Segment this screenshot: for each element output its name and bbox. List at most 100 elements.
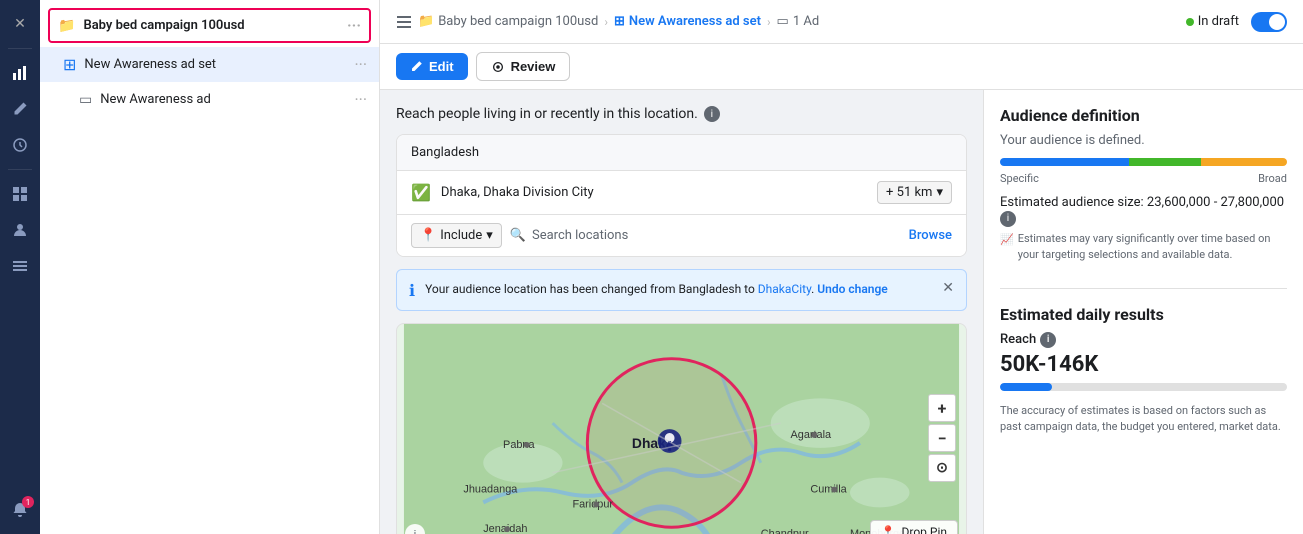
reach-bar	[1000, 383, 1287, 391]
breadcrumb-sep-2: ›	[767, 15, 771, 29]
review-label: Review	[511, 59, 556, 74]
breadcrumb: 📁 Baby bed campaign 100usd › ⊞ New Aware…	[396, 14, 1186, 30]
reach-info-icon[interactable]: i	[704, 106, 720, 122]
breadcrumb-campaign-label: Baby bed campaign 100usd	[438, 14, 598, 29]
svg-text:Pabna: Pabna	[503, 439, 535, 451]
campaign-folder-icon: 📁	[58, 18, 75, 34]
reach-description: Reach people living in or recently in th…	[396, 106, 698, 122]
info-banner-text: Your audience location has been changed …	[425, 280, 932, 298]
section-reach-label: Reach people living in or recently in th…	[396, 106, 967, 122]
breadcrumb-item-toggle[interactable]	[396, 14, 412, 30]
campaign-folder-icon-sm: 📁	[418, 14, 434, 29]
include-label: Include	[440, 228, 482, 243]
campaign-more-icon[interactable]: ···	[347, 16, 361, 35]
tree-item-adset[interactable]: ⊞ New Awareness ad set ···	[40, 47, 379, 82]
audience-definition-section: Audience definition Your audience is def…	[1000, 106, 1287, 264]
clock-icon[interactable]	[4, 129, 36, 161]
audience-definition-title: Audience definition	[1000, 106, 1287, 125]
chart-icon[interactable]	[4, 57, 36, 89]
tree-item-campaign[interactable]: 📁 Baby bed campaign 100usd ···	[48, 8, 371, 43]
review-button[interactable]: Review	[476, 52, 571, 81]
reach-info-icon-right[interactable]: i	[1040, 332, 1056, 348]
pin-icon: 📍	[881, 525, 896, 534]
estimated-size: Estimated audience size: 23,600,000 - 27…	[1000, 195, 1287, 227]
banner-highlight: DhakaCity	[758, 282, 811, 296]
draft-dot	[1186, 18, 1194, 26]
est-size-label: Estimated audience size: 23,600,000 - 27…	[1000, 195, 1284, 210]
adset-icon-sm: ⊞	[614, 14, 625, 29]
svg-text:Agartala: Agartala	[791, 429, 833, 441]
search-input-wrap: 🔍 Search locations	[510, 228, 901, 243]
location-row: ✅ Dhaka, Dhaka Division City + 51 km ▾	[397, 171, 966, 214]
browse-button[interactable]: Browse	[909, 228, 952, 243]
edit-button[interactable]: Edit	[396, 53, 468, 80]
top-nav: 📁 Baby bed campaign 100usd › ⊞ New Aware…	[380, 0, 1303, 44]
reach-bar-fill	[1000, 383, 1052, 391]
audience-defined-text: Your audience is defined.	[1000, 133, 1287, 148]
map-location-icon[interactable]: ⊙	[928, 454, 956, 482]
undo-change-link[interactable]: Undo change	[817, 282, 888, 296]
close-icon[interactable]: ✕	[4, 8, 36, 40]
adset-icon: ⊞	[63, 55, 76, 74]
est-note: 📈 Estimates may vary significantly over …	[1000, 231, 1287, 264]
map-zoom-out[interactable]: −	[928, 424, 956, 452]
breadcrumb-adset-label: New Awareness ad set	[629, 14, 761, 29]
est-note-text: Estimates may vary significantly over ti…	[1018, 231, 1287, 264]
map-drop-pin-button[interactable]: 📍 Drop Pin	[870, 520, 958, 534]
right-panel: Audience definition Your audience is def…	[983, 90, 1303, 534]
location-pin-small: 📍	[420, 228, 436, 243]
ad-more-icon[interactable]: ···	[354, 90, 367, 109]
reach-label: Reach i	[1000, 332, 1287, 348]
person-icon[interactable]	[4, 214, 36, 246]
breadcrumb-campaign[interactable]: 📁 Baby bed campaign 100usd	[418, 14, 598, 29]
left-panel: Reach people living in or recently in th…	[380, 90, 983, 534]
grid-icon[interactable]	[4, 178, 36, 210]
ad-label: New Awareness ad	[100, 92, 350, 107]
breadcrumb-sep-1: ›	[604, 15, 608, 29]
icon-sidebar: ✕ 1	[0, 0, 40, 534]
tree-sidebar: 📁 Baby bed campaign 100usd ··· ⊞ New Awa…	[40, 0, 380, 534]
accuracy-note: The accuracy of estimates is based on fa…	[1000, 403, 1287, 436]
list-icon[interactable]	[4, 250, 36, 282]
ad-icon-sm: ▭	[777, 14, 789, 29]
daily-results-title: Estimated daily results	[1000, 305, 1287, 324]
audience-gauge	[1000, 158, 1287, 166]
tree-item-ad[interactable]: ▭ New Awareness ad ···	[40, 82, 379, 117]
map-zoom-in[interactable]: +	[928, 394, 956, 422]
svg-text:Jhuadanga: Jhuadanga	[463, 484, 518, 496]
location-country: Bangladesh	[397, 135, 966, 171]
gauge-broad-label: Broad	[1258, 172, 1287, 185]
location-city: Dhaka, Dhaka Division City	[441, 185, 867, 200]
breadcrumb-adset[interactable]: ⊞ New Awareness ad set	[614, 14, 761, 29]
svg-text:Faridpur: Faridpur	[572, 498, 613, 510]
main-content: 📁 Baby bed campaign 100usd › ⊞ New Aware…	[380, 0, 1303, 534]
adset-label: New Awareness ad set	[84, 57, 350, 72]
status-toggle[interactable]	[1251, 12, 1287, 32]
notification-icon[interactable]: 1	[4, 494, 36, 526]
include-dropdown[interactable]: 📍 Include ▾	[411, 223, 502, 248]
include-chevron-icon: ▾	[486, 228, 493, 243]
map-container[interactable]: Pabna Jhuadanga Faridpur Jenaidah Agarta…	[396, 323, 967, 534]
campaign-label: Baby bed campaign 100usd	[83, 18, 343, 33]
location-pin-icon: ✅	[411, 183, 431, 202]
edit-label: Edit	[429, 59, 454, 74]
breadcrumb-ad-label: 1 Ad	[793, 14, 819, 29]
info-banner-close-icon[interactable]: ✕	[942, 280, 954, 296]
adset-more-icon[interactable]: ···	[354, 55, 367, 74]
est-size-info-icon[interactable]: i	[1000, 211, 1016, 227]
distance-chevron-icon: ▾	[936, 185, 943, 200]
banner-text-pre: Your audience location has been changed …	[425, 282, 758, 296]
search-icon: 🔍	[510, 228, 526, 243]
drop-pin-label: Drop Pin	[902, 525, 948, 534]
location-distance-selector[interactable]: + 51 km ▾	[877, 181, 952, 204]
search-bar: 📍 Include ▾ 🔍 Search locations Browse	[397, 214, 966, 256]
toolbar: Edit Review	[380, 44, 1303, 90]
location-box: Bangladesh ✅ Dhaka, Dhaka Division City …	[396, 134, 967, 257]
reach-value: 50K-146K	[1000, 352, 1287, 377]
svg-text:Cumilla: Cumilla	[810, 484, 847, 496]
chart-icon-sm: 📈	[1000, 232, 1014, 249]
reach-label-text: Reach	[1000, 332, 1036, 347]
edit-icon[interactable]	[4, 93, 36, 125]
breadcrumb-ad[interactable]: ▭ 1 Ad	[777, 14, 820, 29]
search-locations-input[interactable]: Search locations	[532, 228, 628, 243]
